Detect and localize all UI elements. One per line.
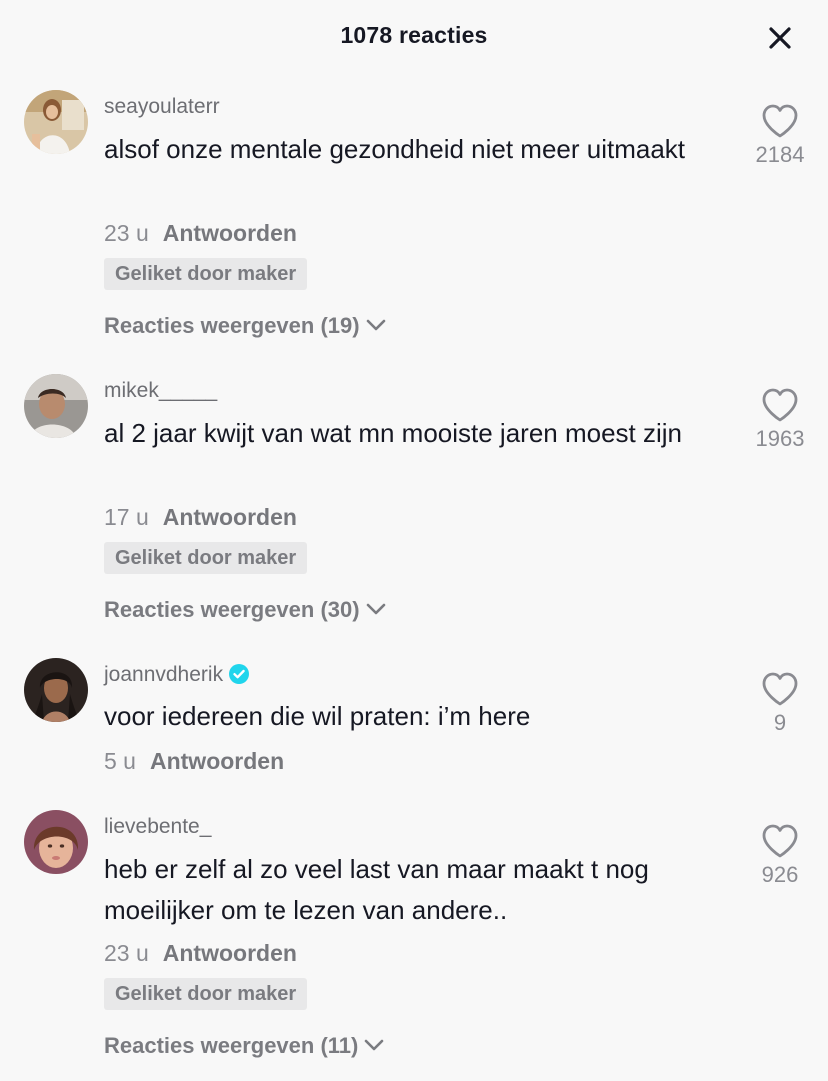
heart-outline-icon (762, 388, 798, 422)
reply-button[interactable]: Antwoorden (163, 504, 297, 530)
view-replies-button[interactable]: Reacties weergeven (30) (104, 596, 387, 624)
comments-header: 1078 reacties (0, 0, 828, 76)
comment-username[interactable]: mikek_____ (104, 378, 217, 404)
comment-username[interactable]: joannvdherik (104, 662, 250, 688)
comment-time: 23 u (104, 940, 149, 966)
liked-by-creator-badge: Geliket door maker (104, 542, 308, 574)
comment-time: 17 u (104, 504, 149, 530)
comment-text: voor iedereen die wil praten: i’m here (104, 701, 531, 731)
chevron-down-icon (366, 603, 385, 615)
reply-button[interactable]: Antwoorden (163, 220, 297, 246)
close-icon (769, 27, 791, 49)
like-button[interactable]: 2184 (740, 103, 820, 169)
comment-time: 5 u (104, 748, 136, 774)
view-replies-label: Reacties weergeven (19) (104, 313, 360, 338)
comment-username-label: joannvdherik (104, 663, 224, 686)
like-count: 926 (761, 862, 799, 887)
liked-by-creator-badge: Geliket door maker (104, 258, 308, 290)
comment-text: heb er zelf al zo veel last van maar maa… (104, 854, 649, 925)
like-count: 2184 (755, 142, 805, 167)
view-replies-button[interactable]: Reacties weergeven (19) (104, 312, 387, 340)
like-button[interactable]: 9 (740, 671, 820, 737)
avatar[interactable] (24, 90, 88, 154)
comment-meta: 17 u Antwoorden (104, 503, 297, 531)
view-replies-label: Reacties weergeven (30) (104, 597, 360, 622)
comment-meta: 23 u Antwoorden (104, 939, 297, 967)
comment-username[interactable]: seayoulaterr (104, 94, 220, 120)
avatar[interactable] (24, 374, 88, 438)
reply-button[interactable]: Antwoorden (163, 940, 297, 966)
comment-username[interactable]: lievebente_ (104, 814, 211, 840)
avatar[interactable] (24, 658, 88, 722)
comment-text: alsof onze mentale gezondheid niet meer … (104, 134, 686, 164)
like-button[interactable]: 926 (740, 823, 820, 889)
avatar[interactable] (24, 810, 88, 874)
chevron-down-icon (365, 1039, 384, 1051)
like-count: 1963 (755, 426, 805, 451)
view-replies-button[interactable]: Reacties weergeven (11) (104, 1032, 385, 1060)
comment-text: al 2 jaar kwijt van wat mn mooiste jaren… (104, 418, 683, 448)
verified-check-icon (229, 664, 250, 684)
comment-meta: 23 u Antwoorden (104, 219, 297, 247)
heart-outline-icon (762, 824, 798, 858)
close-button[interactable] (764, 22, 796, 54)
view-replies-label: Reacties weergeven (11) (104, 1033, 359, 1058)
liked-by-creator-badge: Geliket door maker (104, 978, 308, 1010)
comments-count-title: 1078 reacties (340, 22, 488, 48)
comment-meta: 5 u Antwoorden (104, 747, 284, 775)
like-button[interactable]: 1963 (740, 387, 820, 453)
like-count: 9 (773, 710, 787, 735)
comment-time: 23 u (104, 220, 149, 246)
chevron-down-icon (366, 319, 385, 331)
reply-button[interactable]: Antwoorden (150, 748, 284, 774)
heart-outline-icon (762, 672, 798, 706)
heart-outline-icon (762, 104, 798, 138)
